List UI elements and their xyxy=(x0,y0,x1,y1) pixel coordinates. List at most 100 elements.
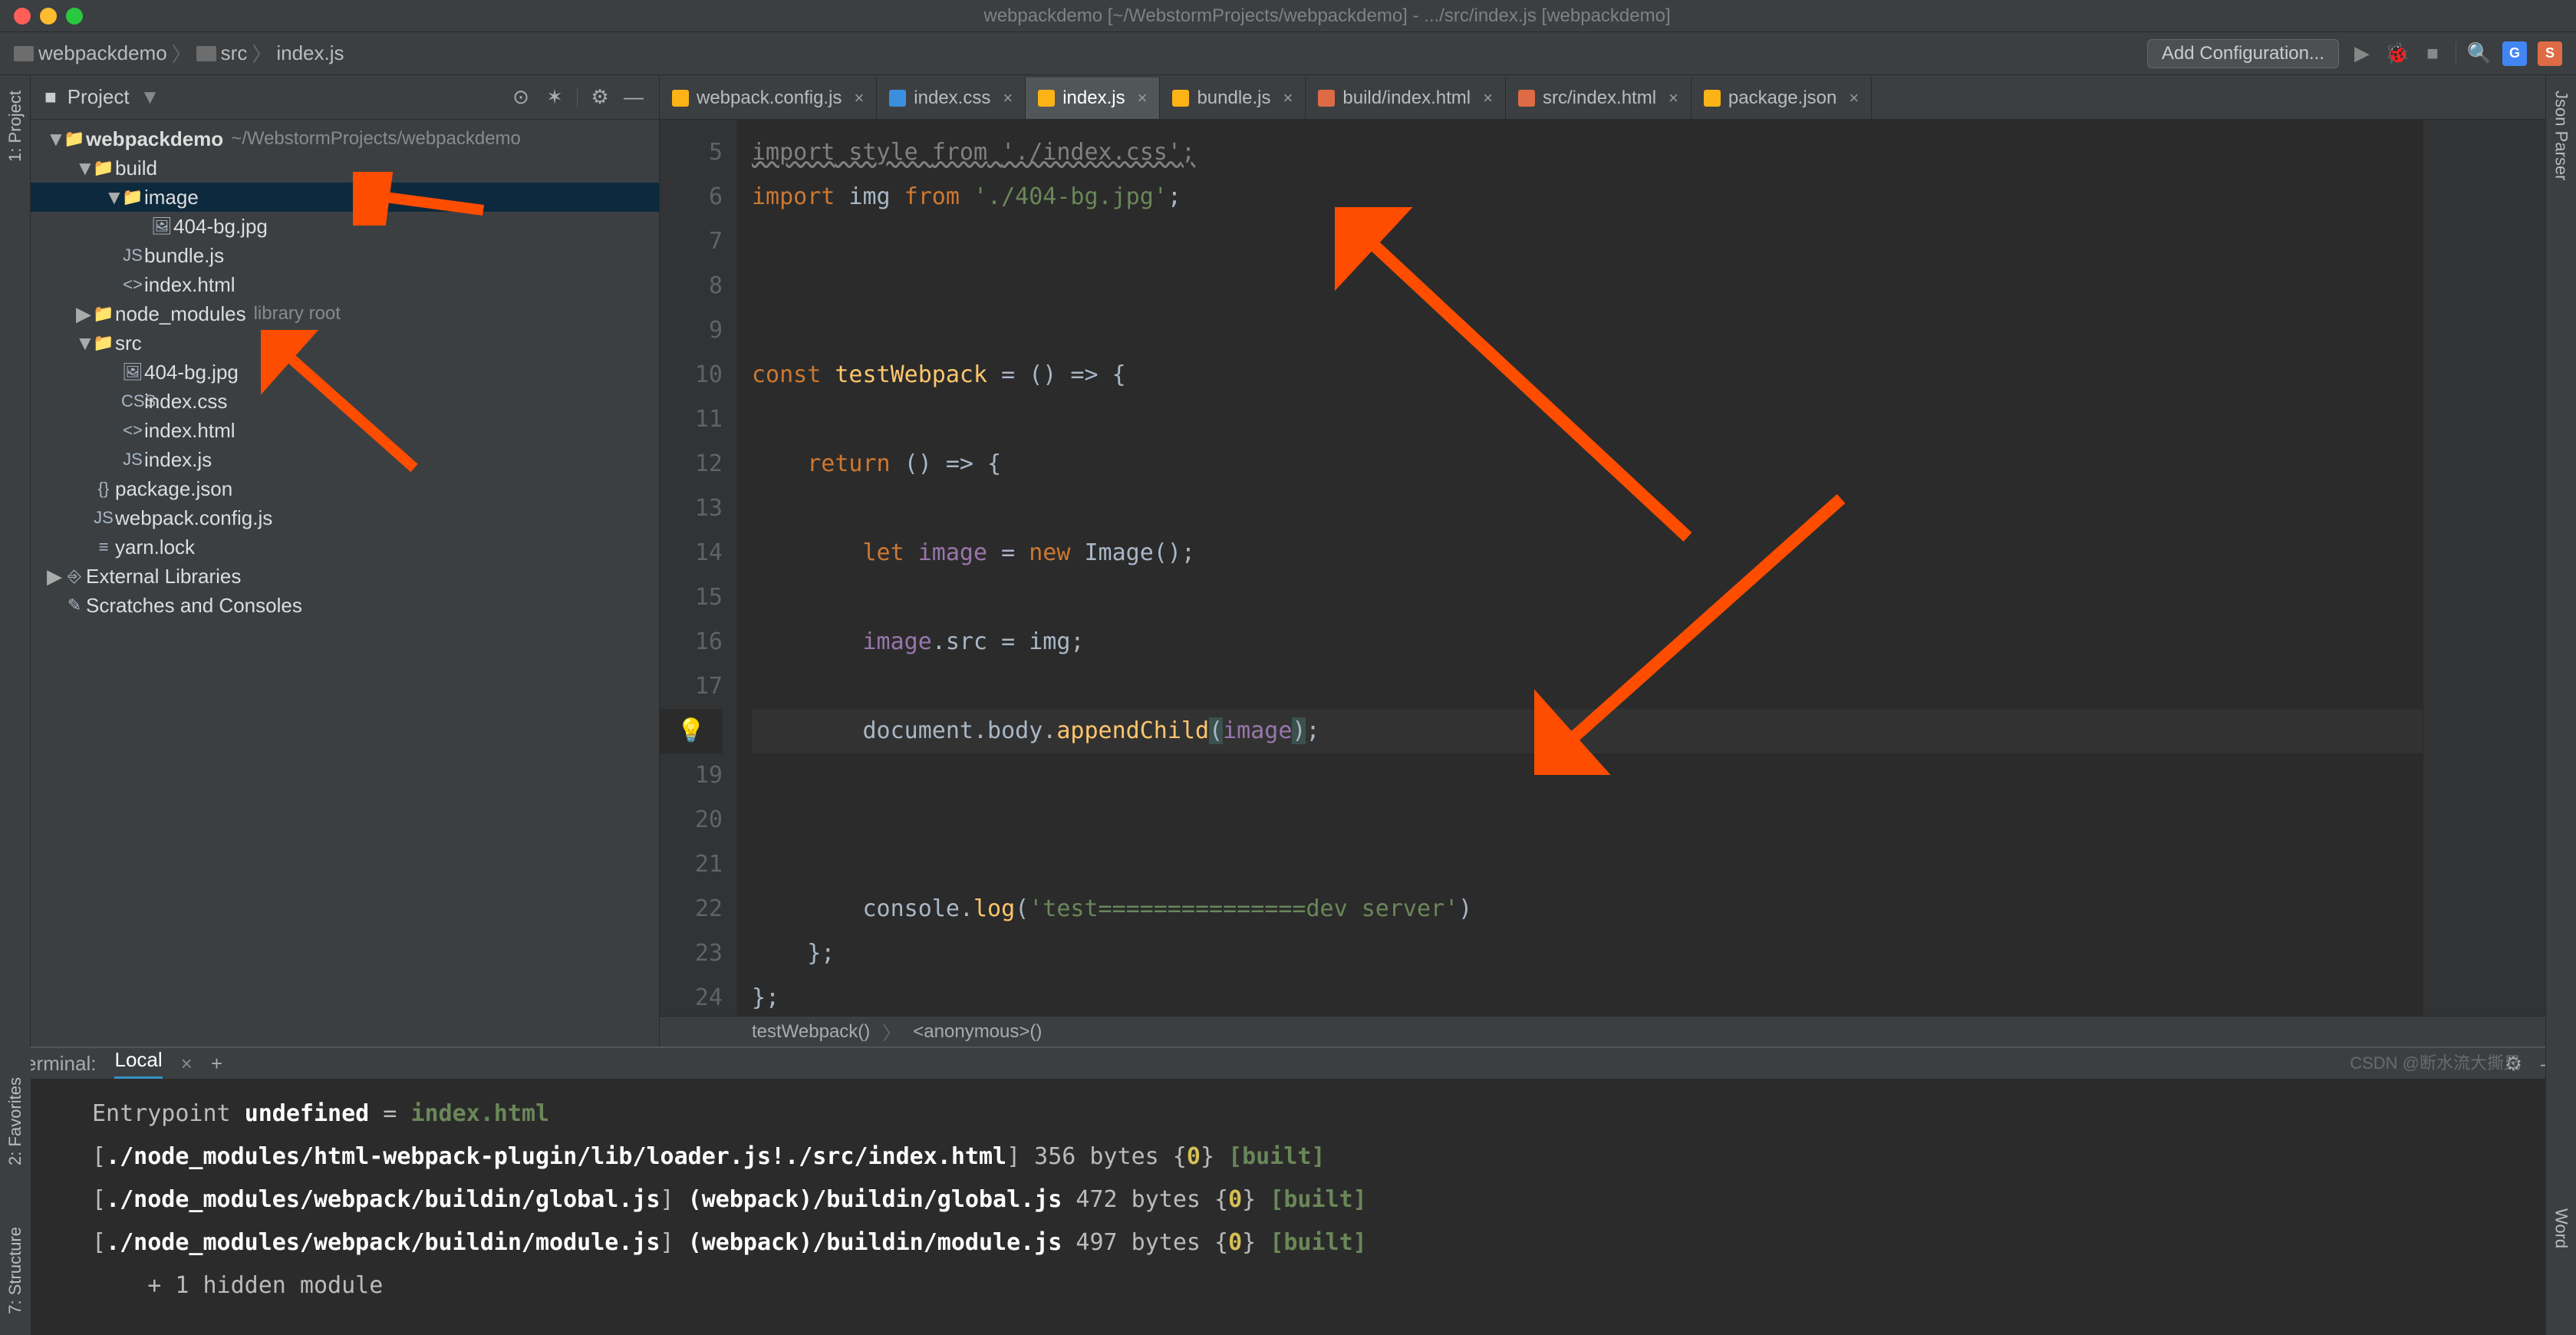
select-opened-icon[interactable]: ⊙ xyxy=(509,86,532,109)
search-icon[interactable]: 🔍 xyxy=(2467,41,2492,66)
close-icon[interactable]: × xyxy=(181,1052,193,1076)
debug-icon[interactable]: 🐞 xyxy=(2385,41,2410,66)
editor-tab[interactable]: webpack.config.js× xyxy=(660,77,877,119)
run-icon[interactable]: ▶ xyxy=(2350,41,2374,66)
editor-tab[interactable]: index.css× xyxy=(877,77,1026,119)
code-line[interactable] xyxy=(752,798,2423,842)
tree-item[interactable]: ✎Scratches and Consoles xyxy=(31,591,659,620)
tree-item[interactable]: 🖼404-bg.jpg xyxy=(31,358,659,387)
code-line[interactable]: }; xyxy=(752,931,2423,976)
code-line[interactable]: const testWebpack = () => { xyxy=(752,353,2423,397)
close-icon[interactable]: × xyxy=(1668,88,1678,108)
tree-arrow-icon[interactable]: ▼ xyxy=(46,124,63,153)
tree-label: webpack.config.js xyxy=(115,503,272,532)
tree-item[interactable]: ▼📁build xyxy=(31,153,659,183)
add-terminal-icon[interactable]: + xyxy=(211,1052,222,1076)
stop-icon[interactable]: ■ xyxy=(2420,41,2445,66)
breadcrumb-root[interactable]: webpackdemo xyxy=(38,41,167,65)
code-line[interactable] xyxy=(752,842,2423,887)
tree-arrow-icon[interactable]: ▼ xyxy=(75,328,92,358)
tree-item[interactable]: CSSindex.css xyxy=(31,387,659,416)
editor-tab[interactable]: index.js× xyxy=(1026,77,1160,119)
tree-item[interactable]: ≡yarn.lock xyxy=(31,532,659,562)
tree-item[interactable]: ▼📁webpackdemo~/WebstormProjects/webpackd… xyxy=(31,124,659,153)
project-tool-label[interactable]: 1: Project xyxy=(5,91,25,162)
close-icon[interactable]: × xyxy=(1283,88,1293,108)
close-icon[interactable]: × xyxy=(1138,88,1148,108)
tree-arrow-icon[interactable]: ▶ xyxy=(75,299,92,328)
tree-item[interactable]: ▼📁src xyxy=(31,328,659,358)
code-line[interactable]: import img from './404-bg.jpg'; xyxy=(752,175,2423,219)
code-line[interactable] xyxy=(752,575,2423,620)
sidebar-title[interactable]: Project xyxy=(68,85,130,109)
tree-item[interactable]: ▼📁image xyxy=(31,183,659,212)
tree-arrow-icon[interactable]: ▼ xyxy=(104,183,121,212)
code-line[interactable]: let image = new Image(); xyxy=(752,531,2423,575)
terminal-tab-local[interactable]: Local xyxy=(114,1048,162,1079)
tree-item[interactable]: 🖼404-bg.jpg xyxy=(31,212,659,241)
code-line[interactable]: import style from './index.css'; xyxy=(752,130,2423,175)
tree-item[interactable]: <>index.html xyxy=(31,416,659,445)
code-line[interactable] xyxy=(752,264,2423,308)
close-icon[interactable]: × xyxy=(854,88,864,108)
breadcrumb-file[interactable]: index.js xyxy=(276,41,344,65)
editor-tab[interactable]: package.json× xyxy=(1692,77,1872,119)
breadcrumb-dir[interactable]: src xyxy=(221,41,248,65)
close-window-icon[interactable] xyxy=(14,8,31,25)
tree-label: External Libraries xyxy=(86,562,241,591)
file-icon: 🖼 xyxy=(150,212,173,241)
folder-icon xyxy=(14,46,34,61)
editor-code[interactable]: import style from './index.css';import i… xyxy=(736,120,2423,1016)
code-line[interactable] xyxy=(752,397,2423,442)
breadcrumb[interactable]: webpackdemo 〉 src 〉 index.js xyxy=(14,39,344,68)
tree-item[interactable]: {}package.json xyxy=(31,474,659,503)
hide-icon[interactable]: — xyxy=(622,86,645,109)
code-line[interactable] xyxy=(752,219,2423,264)
code-line[interactable] xyxy=(752,664,2423,709)
structure-tool-label[interactable]: 7: Structure xyxy=(5,1227,25,1314)
code-line[interactable]: image.src = img; xyxy=(752,620,2423,664)
google-icon[interactable]: G xyxy=(2502,41,2527,66)
code-line[interactable]: }; xyxy=(752,976,2423,1016)
minimize-window-icon[interactable] xyxy=(40,8,57,25)
tree-label: index.css xyxy=(144,387,227,416)
tree-item[interactable]: JSbundle.js xyxy=(31,241,659,270)
crumb-anon[interactable]: <anonymous>() xyxy=(913,1021,1042,1043)
add-configuration-button[interactable]: Add Configuration... xyxy=(2147,39,2339,68)
tree-item[interactable]: ▶📁node_moduleslibrary root xyxy=(31,299,659,328)
file-type-icon xyxy=(672,90,689,107)
code-line[interactable] xyxy=(752,753,2423,798)
editor-tabstrip[interactable]: webpack.config.js×index.css×index.js×bun… xyxy=(660,75,2576,120)
stackoverflow-icon[interactable]: S xyxy=(2538,41,2562,66)
code-line[interactable]: document.body.appendChild(image); xyxy=(752,709,2423,753)
editor-tab[interactable]: build/index.html× xyxy=(1306,77,1506,119)
gear-icon[interactable]: ⚙ xyxy=(588,86,611,109)
json-parser-tool-label[interactable]: Json Parser xyxy=(2551,91,2571,180)
file-icon: 📁 xyxy=(92,299,115,328)
crumb-fn[interactable]: testWebpack() xyxy=(752,1021,870,1043)
tree-item[interactable]: JSindex.js xyxy=(31,445,659,474)
editor-tab[interactable]: src/index.html× xyxy=(1506,77,1692,119)
tree-item[interactable]: <>index.html xyxy=(31,270,659,299)
tree-arrow-icon[interactable]: ▼ xyxy=(75,153,92,183)
word-tool-label[interactable]: Word xyxy=(2551,1208,2571,1248)
tab-label: bundle.js xyxy=(1197,87,1270,109)
file-icon: <> xyxy=(121,270,144,299)
code-line[interactable]: console.log('test===============dev serv… xyxy=(752,887,2423,931)
file-icon: 📁 xyxy=(92,328,115,358)
favorites-tool-label[interactable]: 2: Favorites xyxy=(5,1077,25,1165)
tree-item[interactable]: JSwebpack.config.js xyxy=(31,503,659,532)
file-tree[interactable]: ▼📁webpackdemo~/WebstormProjects/webpackd… xyxy=(31,120,659,1047)
editor-tab[interactable]: bundle.js × xyxy=(1160,77,1306,119)
close-icon[interactable]: × xyxy=(1003,88,1013,108)
code-line[interactable]: return () => { xyxy=(752,442,2423,486)
code-line[interactable] xyxy=(752,486,2423,531)
tree-item[interactable]: ▶⎆External Libraries xyxy=(31,562,659,591)
expand-all-icon[interactable]: ✶ xyxy=(543,86,566,109)
close-icon[interactable]: × xyxy=(1849,88,1859,108)
zoom-window-icon[interactable] xyxy=(66,8,83,25)
close-icon[interactable]: × xyxy=(1483,88,1493,108)
tree-arrow-icon[interactable]: ▶ xyxy=(46,562,63,591)
terminal-output[interactable]: Entrypoint undefined = index.html[./node… xyxy=(0,1079,2576,1321)
code-line[interactable] xyxy=(752,308,2423,353)
